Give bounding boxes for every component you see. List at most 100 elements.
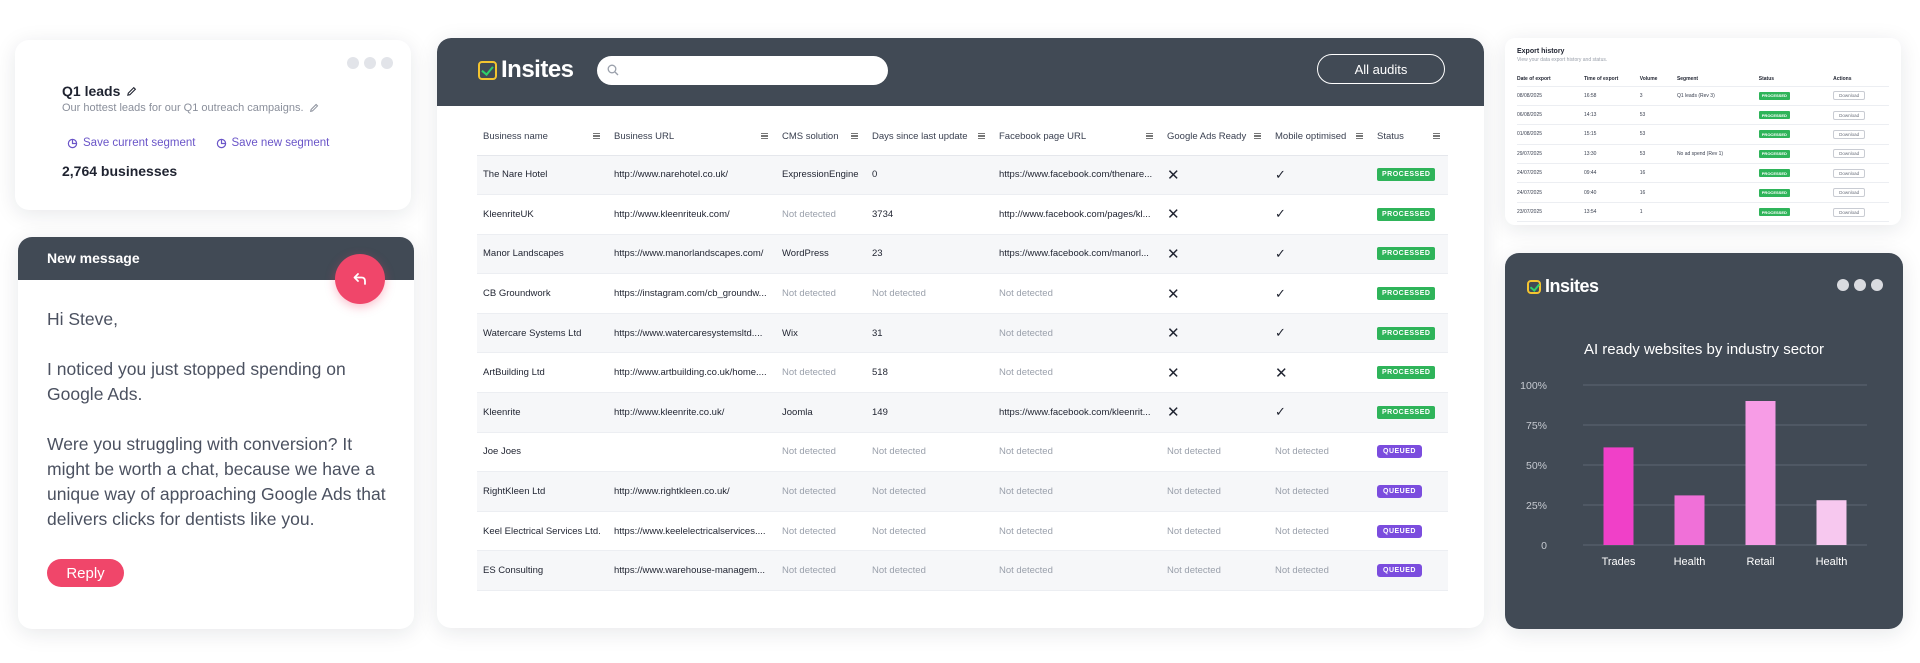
- column-header[interactable]: Days since last update: [866, 118, 993, 156]
- name-cell: Joe Joes: [477, 432, 608, 473]
- status-badge: PROCESSED: [1377, 366, 1436, 380]
- status-cell: QUEUED: [1371, 550, 1448, 592]
- download-button[interactable]: Download: [1833, 207, 1866, 217]
- cross-icon: ✕: [1167, 285, 1180, 303]
- column-header[interactable]: Status: [1371, 118, 1448, 156]
- export-segment-cell: [1676, 163, 1759, 184]
- column-menu-icon[interactable]: [851, 133, 858, 139]
- table-row[interactable]: Joe Joes Not detected Not detected Not dete…: [477, 432, 1448, 473]
- column-header[interactable]: Google Ads Ready: [1161, 118, 1269, 156]
- save-new-segment-button[interactable]: Save new segment: [216, 137, 329, 149]
- download-button[interactable]: Download: [1833, 110, 1866, 120]
- table-row[interactable]: Keel Electrical Services Ltd. https://www…: [477, 511, 1448, 552]
- facebook-cell: https://www.facebook.com/manorl...: [993, 234, 1161, 275]
- column-menu-icon[interactable]: [761, 133, 768, 139]
- table-row[interactable]: KleenriteUK http://www.kleenriteuk.com/No…: [477, 194, 1448, 235]
- column-menu-icon[interactable]: [593, 133, 600, 139]
- segment-card: Q1 leads Our hottest leads for our Q1 ou…: [15, 40, 411, 210]
- segment-actions: Save current segment Save new segment: [67, 137, 329, 149]
- cms-cell: Not detected: [776, 550, 866, 592]
- mobile-cell: ✓: [1269, 392, 1371, 433]
- table-row[interactable]: CB Groundwork https://instagram.com/cb_gr…: [477, 273, 1448, 314]
- cross-icon: ✕: [1167, 364, 1180, 382]
- mobile-cell: Not detected: [1269, 432, 1371, 473]
- table-row[interactable]: ES Consulting https://www.warehouse-manag…: [477, 550, 1448, 592]
- reply-fab-button[interactable]: [335, 254, 385, 304]
- export-history-card: Export history View your data export his…: [1505, 38, 1901, 225]
- download-button[interactable]: Download: [1833, 168, 1866, 178]
- facebook-cell: https://www.facebook.com/kleenrit...: [993, 392, 1161, 433]
- column-header[interactable]: Facebook page URL: [993, 118, 1161, 156]
- status-cell: PROCESSED: [1371, 273, 1448, 314]
- y-tick-label: 0: [1541, 540, 1547, 552]
- facebook-cell: Not detected: [993, 352, 1161, 394]
- status-badge: PROCESSED: [1758, 188, 1790, 197]
- table-row[interactable]: RightKleen Ltd http://www.rightkleen.co.u…: [477, 471, 1448, 512]
- export-segment-cell: [1676, 182, 1759, 203]
- edit-icon[interactable]: [126, 86, 137, 97]
- status-badge: PROCESSED: [1758, 91, 1790, 100]
- export-volume-cell: 53: [1639, 105, 1677, 126]
- download-button[interactable]: Download: [1833, 188, 1866, 198]
- export-time-cell: 13:54: [1583, 202, 1640, 223]
- message-card: New message Hi Steve, I noticed you just…: [18, 237, 414, 629]
- status-cell: PROCESSED: [1371, 194, 1448, 235]
- column-header-label: CMS solution: [782, 130, 839, 142]
- table-row[interactable]: The Nare Hotel http://www.narehotel.co.uk…: [477, 155, 1448, 196]
- column-header[interactable]: Business URL: [608, 118, 776, 156]
- export-date-cell: 24/07/2025: [1517, 182, 1584, 203]
- days-cell: 3734: [866, 194, 993, 235]
- column-menu-icon[interactable]: [978, 133, 985, 139]
- status-badge: PROCESSED: [1377, 168, 1436, 182]
- all-audits-button[interactable]: All audits: [1317, 54, 1445, 84]
- search-icon: [607, 64, 619, 76]
- url-cell: http://www.kleenriteuk.com/: [608, 194, 776, 235]
- column-header[interactable]: CMS solution: [776, 118, 866, 156]
- facebook-cell: Not detected: [993, 432, 1161, 473]
- days-cell: Not detected: [866, 273, 993, 314]
- column-header[interactable]: Business name: [477, 118, 608, 156]
- download-button[interactable]: Download: [1833, 129, 1866, 139]
- export-status-cell: PROCESSED: [1758, 86, 1834, 106]
- check-icon: ✓: [1275, 325, 1286, 341]
- mobile-cell: Not detected: [1269, 511, 1371, 552]
- export-action-cell: Download: [1833, 182, 1889, 203]
- mobile-cell: ✓: [1269, 155, 1371, 196]
- table-row[interactable]: Kleenrite http://www.kleenrite.co.uk/Joom…: [477, 392, 1448, 433]
- download-button[interactable]: Download: [1833, 91, 1866, 101]
- export-row: 01/08/2025 15:15 53 PROCESSED Download: [1517, 124, 1889, 145]
- url-cell: https://www.keelelectricalservices....: [608, 511, 776, 552]
- column-menu-icon[interactable]: [1254, 133, 1261, 139]
- search-input[interactable]: [597, 56, 888, 85]
- table-row[interactable]: Watercare Systems Ltd https://www.waterca…: [477, 313, 1448, 354]
- status-badge: PROCESSED: [1758, 111, 1790, 120]
- column-menu-icon[interactable]: [1356, 133, 1363, 139]
- reply-button[interactable]: Reply: [47, 559, 124, 587]
- insites-logo[interactable]: Insites: [478, 56, 574, 84]
- export-date-cell: 23/07/2025: [1517, 202, 1584, 223]
- days-cell: 31: [866, 313, 993, 354]
- save-current-segment-button[interactable]: Save current segment: [67, 137, 196, 149]
- top-bar: Insites All audits: [437, 38, 1484, 106]
- download-button[interactable]: Download: [1833, 149, 1866, 159]
- days-cell: 149: [866, 392, 993, 433]
- status-badge: PROCESSED: [1377, 207, 1436, 221]
- status-badge: PROCESSED: [1758, 169, 1790, 178]
- segment-title: Q1 leads: [62, 83, 137, 99]
- export-time-cell: 14:13: [1583, 105, 1640, 126]
- export-segment-cell: No ad spend (Rev 1): [1676, 144, 1759, 165]
- days-cell: Not detected: [866, 471, 993, 512]
- export-status-cell: PROCESSED: [1758, 202, 1834, 223]
- edit-icon[interactable]: [309, 103, 319, 113]
- cms-cell: Not detected: [776, 511, 866, 552]
- column-header[interactable]: Mobile optimised: [1269, 118, 1371, 156]
- status-badge: PROCESSED: [1758, 149, 1790, 158]
- column-menu-icon[interactable]: [1146, 133, 1153, 139]
- column-menu-icon[interactable]: [1433, 133, 1440, 139]
- export-volume-cell: 16: [1639, 182, 1677, 203]
- bar: [1674, 495, 1705, 545]
- name-cell: CB Groundwork: [477, 273, 608, 314]
- table-row[interactable]: Manor Landscapes https://www.manorlandsca…: [477, 234, 1448, 275]
- export-column-header: Date of export: [1517, 72, 1584, 87]
- table-row[interactable]: ArtBuilding Ltd http://www.artbuilding.co…: [477, 352, 1448, 394]
